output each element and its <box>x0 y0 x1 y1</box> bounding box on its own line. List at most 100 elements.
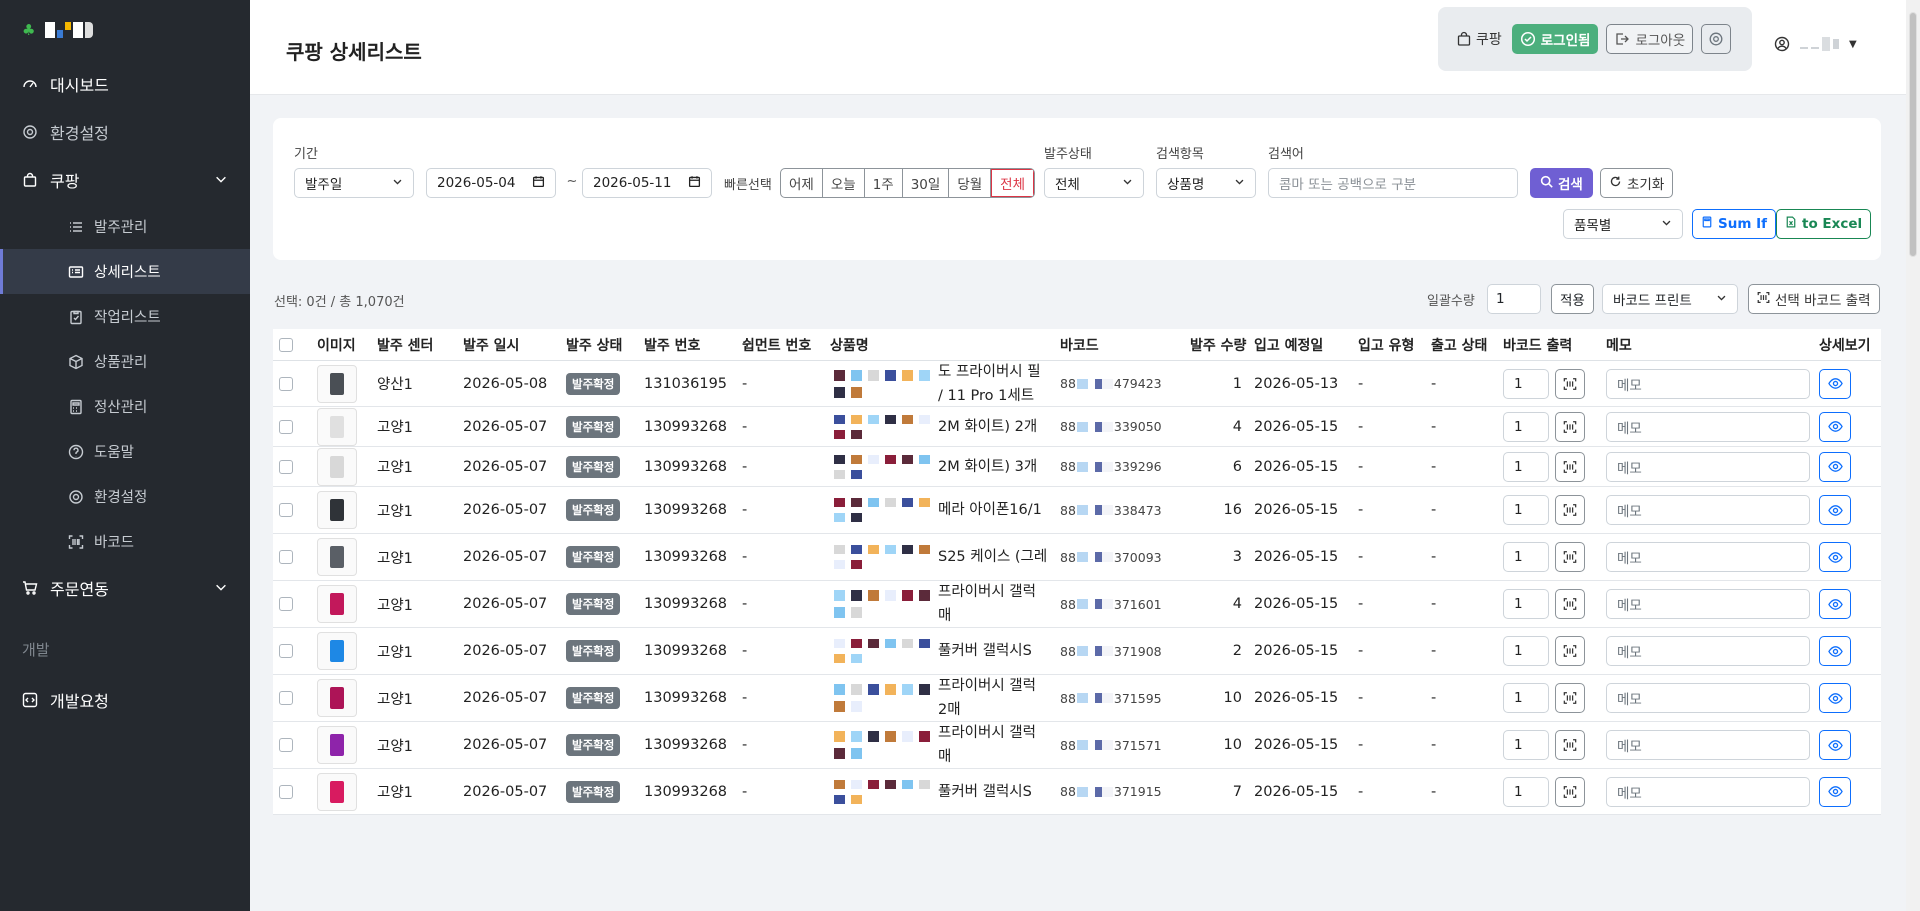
sidebar-item-product-management[interactable]: 상품관리 <box>0 339 250 384</box>
col-barcode[interactable]: 바코드 <box>1054 335 1184 355</box>
print-qty-input[interactable]: 1 <box>1503 411 1549 442</box>
logout-button[interactable]: 로그아웃 <box>1606 24 1694 54</box>
sum-if-button[interactable]: Sum If <box>1692 209 1776 239</box>
memo-input[interactable]: 메모 <box>1606 542 1810 572</box>
table-row[interactable]: 양산1 2026-05-08 발주확정 131036195 - 도 프라이버시 … <box>273 361 1881 407</box>
view-detail-button[interactable] <box>1819 683 1851 713</box>
print-selected-barcodes-button[interactable]: 선택 바코드 출력 <box>1748 284 1880 314</box>
period-type-select[interactable]: 발주일 <box>294 168 414 198</box>
print-qty-input[interactable]: 1 <box>1503 589 1549 619</box>
sidebar-item-barcode[interactable]: 바코드 <box>0 519 250 564</box>
memo-input[interactable]: 메모 <box>1606 495 1810 525</box>
apply-button[interactable]: 적용 <box>1551 284 1594 314</box>
scrollbar-thumb[interactable] <box>1909 12 1917 257</box>
memo-input[interactable]: 메모 <box>1606 730 1810 760</box>
col-memo[interactable]: 메모 <box>1600 335 1813 355</box>
print-barcode-button[interactable] <box>1555 730 1585 760</box>
row-checkbox[interactable] <box>273 503 311 517</box>
table-row[interactable]: 고양1 2026-05-07 발주확정 130993268 - 프라이버시 갤럭… <box>273 581 1881 628</box>
group-by-select[interactable]: 품목별 <box>1563 209 1683 239</box>
reset-button[interactable]: 초기화 <box>1600 168 1674 198</box>
row-checkbox[interactable] <box>273 784 311 799</box>
quick-30days[interactable]: 30일 <box>903 169 950 197</box>
print-qty-input[interactable]: 1 <box>1503 542 1549 572</box>
row-checkbox[interactable] <box>273 691 311 705</box>
nav-order-link[interactable]: 주문연동 <box>0 564 250 612</box>
view-detail-button[interactable] <box>1819 411 1851 442</box>
sidebar-item-order-management[interactable]: 발주관리 <box>0 204 250 249</box>
memo-input[interactable]: 메모 <box>1606 451 1810 482</box>
user-menu[interactable]: ▼ <box>1774 36 1857 52</box>
table-row[interactable]: 고양1 2026-05-07 발주확정 130993268 - S25 케이스 … <box>273 534 1881 581</box>
product-thumbnail[interactable] <box>311 679 371 717</box>
col-product-name[interactable]: 상품명 <box>824 335 1054 355</box>
date-from-input[interactable]: 2026-05-04 <box>426 168 556 198</box>
bulk-qty-input[interactable]: 1 <box>1487 284 1541 314</box>
memo-input[interactable]: 메모 <box>1606 589 1810 619</box>
page-scrollbar[interactable] <box>1906 0 1920 911</box>
print-qty-input[interactable]: 1 <box>1503 368 1549 399</box>
quick-month[interactable]: 당월 <box>949 169 992 197</box>
col-order-date[interactable]: 발주 일시 <box>457 335 560 355</box>
view-detail-button[interactable] <box>1819 451 1851 482</box>
row-checkbox[interactable] <box>273 550 311 564</box>
product-thumbnail[interactable] <box>311 726 371 764</box>
print-barcode-button[interactable] <box>1555 451 1585 482</box>
view-detail-button[interactable] <box>1819 776 1851 807</box>
settings-button[interactable] <box>1701 24 1732 54</box>
view-detail-button[interactable] <box>1819 542 1851 572</box>
sidebar-item-help[interactable]: 도움말 <box>0 429 250 474</box>
sidebar-item-settlement[interactable]: 정산관리 <box>0 384 250 429</box>
col-status[interactable]: 발주 상태 <box>560 335 638 355</box>
product-thumbnail[interactable] <box>311 632 371 670</box>
col-order-qty[interactable]: 발주 수량 <box>1184 335 1248 355</box>
table-row[interactable]: 고양1 2026-05-07 발주확정 130993268 - 풀커버 갤럭시S… <box>273 769 1881 815</box>
print-qty-input[interactable]: 1 <box>1503 730 1549 760</box>
quick-today[interactable]: 오늘 <box>823 169 865 197</box>
nav-dev-request[interactable]: 개발요청 <box>0 676 250 724</box>
sidebar-item-detail-list[interactable]: 상세리스트 <box>0 249 250 294</box>
product-thumbnail[interactable] <box>311 407 371 446</box>
nav-coupang[interactable]: 쿠팡 <box>0 156 250 204</box>
col-inbound-date[interactable]: 입고 예정일 <box>1248 335 1352 355</box>
row-checkbox[interactable] <box>273 376 311 391</box>
search-button[interactable]: 검색 <box>1530 168 1593 198</box>
col-center[interactable]: 발주 센터 <box>371 335 457 355</box>
product-thumbnail[interactable] <box>311 491 371 529</box>
print-barcode-button[interactable] <box>1555 495 1585 525</box>
quick-all[interactable]: 전체 <box>991 169 1034 197</box>
view-detail-button[interactable] <box>1819 495 1851 525</box>
row-checkbox[interactable] <box>273 459 311 474</box>
product-thumbnail[interactable] <box>311 585 371 623</box>
table-row[interactable]: 고양1 2026-05-07 발주확정 130993268 - 풀커버 갤럭시S… <box>273 628 1881 675</box>
col-shipment-number[interactable]: 쉽먼트 번호 <box>736 335 824 355</box>
quick-yesterday[interactable]: 어제 <box>781 169 823 197</box>
nav-dashboard[interactable]: 대시보드 <box>0 60 250 108</box>
print-barcode-button[interactable] <box>1555 776 1585 807</box>
print-barcode-button[interactable] <box>1555 589 1585 619</box>
memo-input[interactable]: 메모 <box>1606 636 1810 666</box>
export-excel-button[interactable]: to Excel <box>1776 209 1872 239</box>
col-inbound-type[interactable]: 입고 유형 <box>1352 335 1425 355</box>
product-thumbnail[interactable] <box>311 447 371 486</box>
col-image[interactable]: 이미지 <box>311 335 371 355</box>
print-type-select[interactable]: 바코드 프린트 <box>1602 284 1738 314</box>
row-checkbox[interactable] <box>273 419 311 434</box>
print-qty-input[interactable]: 1 <box>1503 495 1549 525</box>
col-outbound-status[interactable]: 출고 상태 <box>1425 335 1497 355</box>
col-barcode-print[interactable]: 바코드 출력 <box>1497 335 1600 355</box>
print-barcode-button[interactable] <box>1555 542 1585 572</box>
memo-input[interactable]: 메모 <box>1606 776 1810 807</box>
print-barcode-button[interactable] <box>1555 683 1585 713</box>
login-status-button[interactable]: 로그인됨 <box>1511 24 1599 54</box>
table-row[interactable]: 고양1 2026-05-07 발주확정 130993268 - 2M 화이트) … <box>273 407 1881 447</box>
nav-settings[interactable]: 환경설정 <box>0 108 250 156</box>
product-thumbnail[interactable] <box>311 772 371 811</box>
print-qty-input[interactable]: 1 <box>1503 451 1549 482</box>
app-logo[interactable]: ♣ <box>0 0 250 60</box>
view-detail-button[interactable] <box>1819 589 1851 619</box>
sidebar-item-coupang-settings[interactable]: 환경설정 <box>0 474 250 519</box>
view-detail-button[interactable] <box>1819 636 1851 666</box>
print-barcode-button[interactable] <box>1555 411 1585 442</box>
row-checkbox[interactable] <box>273 597 311 611</box>
